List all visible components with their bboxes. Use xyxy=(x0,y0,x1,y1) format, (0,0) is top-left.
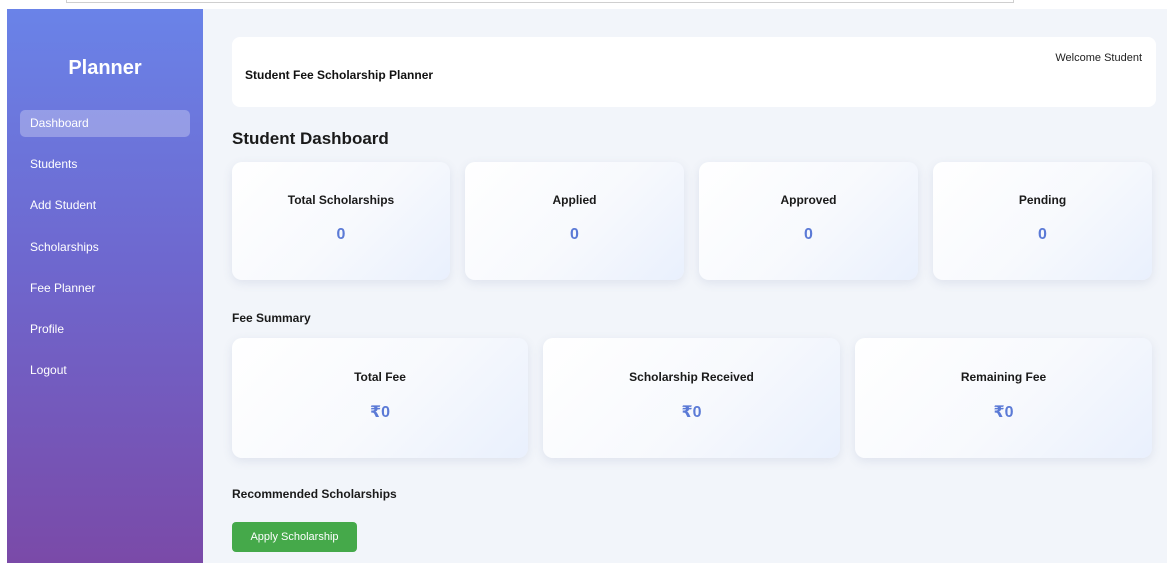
stat-value: 0 xyxy=(336,226,346,243)
apply-scholarship-button[interactable]: Apply Scholarship xyxy=(232,522,357,552)
fee-label: Total Fee xyxy=(354,370,406,384)
sidebar-title: Planner xyxy=(68,57,142,79)
fee-summary-title: Fee Summary xyxy=(232,311,311,325)
stat-label: Approved xyxy=(780,193,837,207)
stat-card-pending: Pending 0 xyxy=(933,162,1152,280)
browser-top-strip xyxy=(0,0,1167,9)
browser-address-bar[interactable] xyxy=(66,0,1014,3)
stat-label: Total Scholarships xyxy=(287,193,395,207)
stat-card-approved: Approved 0 xyxy=(699,162,918,280)
fee-label: Remaining Fee xyxy=(960,370,1047,384)
fee-card-remaining-fee: Remaining Fee ₹0 xyxy=(855,338,1152,458)
sidebar-item-profile[interactable]: Profile xyxy=(20,316,190,343)
recommended-scholarships-title: Recommended Scholarships xyxy=(232,487,397,501)
fee-value: ₹0 xyxy=(993,404,1014,421)
stat-value: 0 xyxy=(1038,226,1047,243)
stat-card-applied: Applied 0 xyxy=(465,162,684,280)
stat-label: Applied xyxy=(552,193,597,207)
stat-card-total-scholarships: Total Scholarships 0 xyxy=(232,162,450,280)
fee-value: ₹0 xyxy=(369,404,391,421)
sidebar: Planner Dashboard Students Add Student S… xyxy=(7,9,203,563)
fee-card-scholarship-received: Scholarship Received ₹0 xyxy=(543,338,840,458)
sidebar-item-scholarships[interactable]: Scholarships xyxy=(20,234,190,261)
stat-label: Pending xyxy=(1018,193,1067,207)
fee-label: Scholarship Received xyxy=(629,370,754,384)
page-header: Student Fee Scholarship Planner Welcome … xyxy=(232,37,1156,107)
fee-value: ₹0 xyxy=(681,404,702,421)
main-content: Student Fee Scholarship Planner Welcome … xyxy=(203,9,1167,563)
sidebar-item-add-student[interactable]: Add Student xyxy=(20,192,190,219)
page-title: Student Dashboard xyxy=(232,129,389,148)
sidebar-item-students[interactable]: Students xyxy=(20,151,190,178)
sidebar-item-logout[interactable]: Logout xyxy=(20,357,190,384)
fee-card-total-fee: Total Fee ₹0 xyxy=(232,338,528,458)
stat-value: 0 xyxy=(570,226,579,243)
sidebar-item-dashboard[interactable]: Dashboard xyxy=(20,110,190,137)
stat-value: 0 xyxy=(804,226,813,243)
app-title: Student Fee Scholarship Planner xyxy=(245,68,434,82)
welcome-text: Welcome Student xyxy=(1055,52,1142,64)
sidebar-item-fee-planner[interactable]: Fee Planner xyxy=(20,275,190,302)
